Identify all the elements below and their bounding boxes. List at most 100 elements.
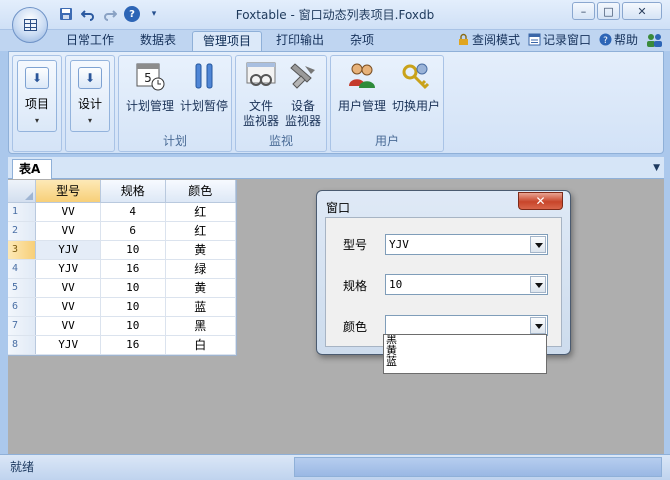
cell-spec[interactable]: 4 [100,202,166,222]
device-monitor-button[interactable]: 设备 监视器 [281,58,325,129]
chevron-down-icon[interactable] [530,276,546,293]
user-manage-button[interactable]: 用户管理 [334,58,390,114]
model-combo[interactable]: YJV [385,234,548,255]
cell-color[interactable]: 红 [165,221,236,241]
cell-spec[interactable]: 10 [100,240,166,260]
project-group: ⬇ 项目 ▾ [12,55,62,152]
project-dropdown-button[interactable]: ⬇ 项目 ▾ [17,60,57,132]
plan-manage-button[interactable]: 5 计划管理 [122,58,178,114]
status-bar: 就绪 [0,454,670,480]
project-label: 项目 [24,97,49,111]
spec-combo-value: 10 [389,278,403,291]
cell-model[interactable]: YJV [35,240,101,260]
cell-spec[interactable]: 16 [100,335,166,355]
cell-color[interactable]: 黄 [165,278,236,298]
cell-model[interactable]: VV [35,316,101,336]
table-row[interactable]: 8 YJV 16 白 [8,335,236,355]
dialog-close-button[interactable]: ✕ [518,192,563,210]
cell-model[interactable]: VV [35,202,101,222]
switch-user-label: 切换用户 [391,99,440,113]
row-number[interactable]: 2 [8,221,37,241]
window-title: Foxtable - 窗口动态列表项目.Foxdb [235,8,435,22]
record-window-label: 记录窗口 [542,33,591,47]
key-icon [402,63,430,90]
chevron-down-icon: ▾ [34,116,39,125]
cell-spec[interactable]: 16 [100,259,166,279]
color-combo[interactable] [385,315,548,336]
table-row[interactable]: 7 VV 10 黑 [8,316,236,336]
cell-color[interactable]: 绿 [165,259,236,279]
plan-pause-button[interactable]: 计划暂停 [178,58,230,114]
cell-color[interactable]: 蓝 [165,297,236,317]
file-monitor-button[interactable]: 文件 监视器 [239,58,283,129]
status-progress-area [294,457,662,477]
record-window-icon [528,33,541,46]
cell-color[interactable]: 黄 [165,240,236,260]
column-header-color[interactable]: 颜色 [165,180,236,203]
row-number[interactable]: 4 [8,259,37,279]
design-dropdown-button[interactable]: ⬇ 设计 ▾ [70,60,110,132]
table-row[interactable]: 4 YJV 16 绿 [8,259,236,279]
svg-text:?: ? [603,36,608,46]
switch-user-button[interactable]: 切换用户 [390,58,442,114]
cell-spec[interactable]: 10 [100,297,166,317]
cell-model[interactable]: VV [35,221,101,241]
cell-model[interactable]: VV [35,297,101,317]
chevron-down-icon[interactable] [530,236,546,253]
minimize-button[interactable]: – [572,2,595,20]
help-link[interactable]: ? 帮助 [599,31,638,48]
tab-misc[interactable]: 杂项 [340,31,384,51]
cell-color[interactable]: 红 [165,202,236,222]
model-label: 型号 [343,238,368,252]
cell-spec[interactable]: 10 [100,316,166,336]
cell-model[interactable]: YJV [35,259,101,279]
table-row[interactable]: 6 VV 10 蓝 [8,297,236,317]
color-option[interactable]: 黄 [386,345,546,357]
chevron-down-icon[interactable] [530,317,546,334]
table-icon [24,19,37,31]
cell-color[interactable]: 白 [165,335,236,355]
help-label: 帮助 [613,33,638,47]
cell-spec[interactable]: 6 [100,221,166,241]
tab-manage-project[interactable]: 管理项目 [192,31,263,51]
tab-print-output[interactable]: 打印输出 [266,31,334,51]
column-header-model[interactable]: 型号 [35,180,101,203]
table-row[interactable]: 1 VV 4 红 [8,202,236,222]
spec-combo[interactable]: 10 [385,274,548,295]
row-number[interactable]: 7 [8,316,37,336]
color-option[interactable]: 蓝 [386,356,546,368]
file-monitor-label-2: 监视器 [242,114,279,128]
tab-table-a[interactable]: 表A [12,159,52,180]
application-button[interactable] [12,7,48,43]
query-mode-link[interactable]: 查阅模式 [457,31,520,48]
user-group-label: 用户 [374,134,399,148]
cell-color[interactable]: 黑 [165,316,236,336]
table-row[interactable]: 5 VV 10 黄 [8,278,236,298]
close-button[interactable]: ✕ [622,2,662,20]
table-row[interactable]: 2 VV 6 红 [8,221,236,241]
maximize-button[interactable]: □ [597,2,620,20]
color-option[interactable]: 黑 [386,335,546,346]
grid-corner[interactable] [8,180,37,203]
tab-daily-work[interactable]: 日常工作 [56,31,124,51]
users-online-icon[interactable] [646,31,664,48]
table-row-current[interactable]: 3 YJV 10 黄 [8,240,236,260]
column-header-spec[interactable]: 规格 [100,180,166,203]
row-number[interactable]: 5 [8,278,37,298]
cell-model[interactable]: VV [35,278,101,298]
chevron-down-icon: ▾ [87,116,92,125]
record-window-link[interactable]: 记录窗口 [528,31,591,48]
calendar-icon: 5 [136,63,165,91]
file-monitor-icon [246,62,276,86]
row-number[interactable]: 8 [8,335,37,355]
chevron-down-icon[interactable]: ▼ [653,163,660,173]
device-monitor-label-2: 监视器 [284,114,321,128]
row-number[interactable]: 3 [8,240,37,260]
design-group: ⬇ 设计 ▾ [65,55,115,152]
row-number[interactable]: 6 [8,297,37,317]
cell-spec[interactable]: 10 [100,278,166,298]
cell-model[interactable]: YJV [35,335,101,355]
arrow-down-icon: ⬇ [25,67,49,89]
tab-datatable[interactable]: 数据表 [130,31,186,51]
row-number[interactable]: 1 [8,202,37,222]
